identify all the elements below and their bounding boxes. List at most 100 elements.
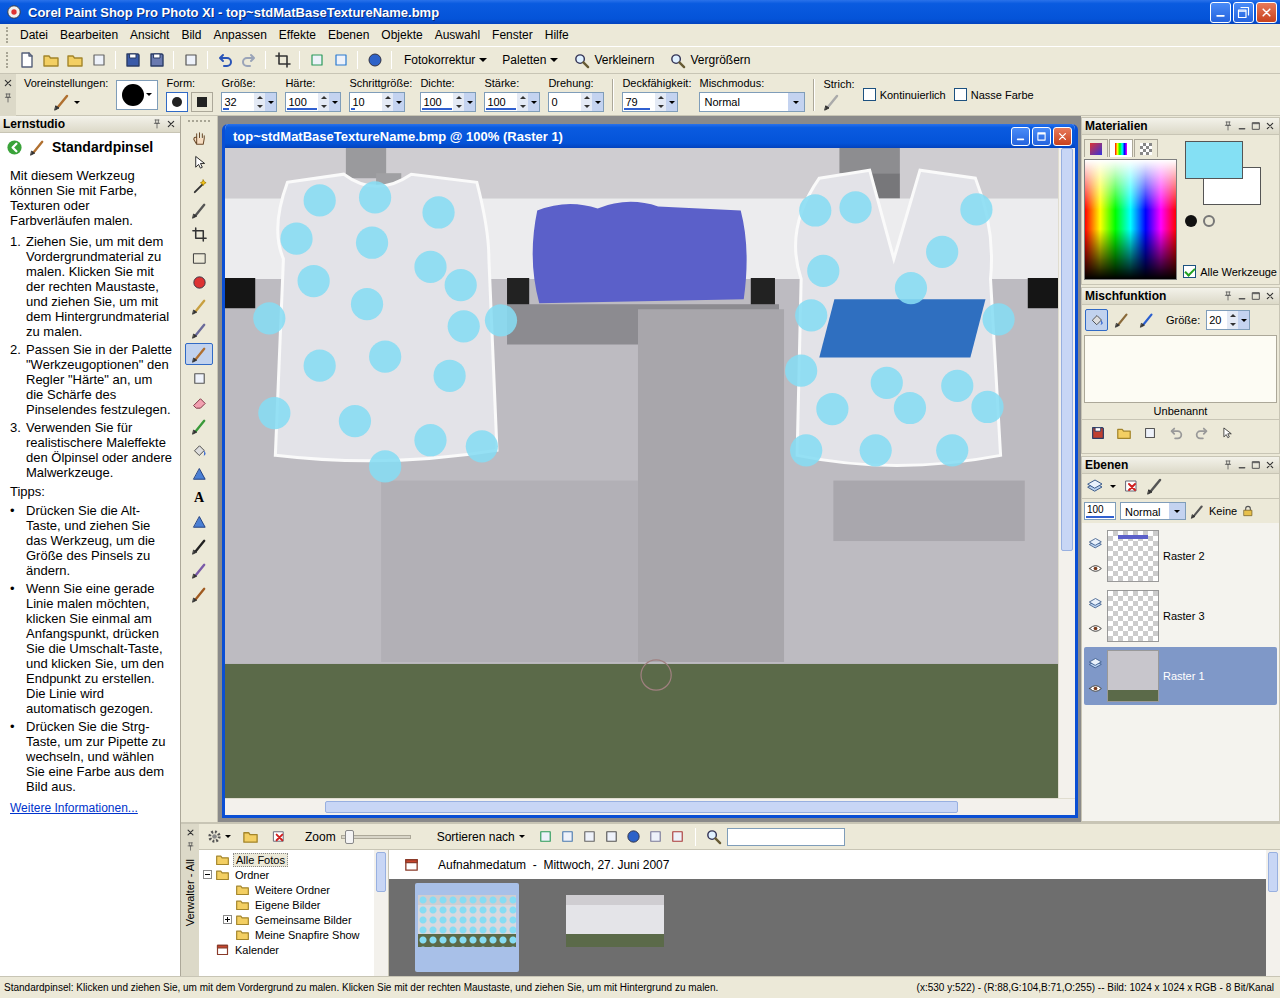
- preset-button[interactable]: [24, 92, 108, 112]
- spinner-value[interactable]: 32: [222, 93, 254, 111]
- close-icon[interactable]: [165, 118, 177, 130]
- toolbar-dropdown[interactable]: Paletten: [495, 49, 565, 71]
- tool-button[interactable]: [185, 439, 213, 461]
- scroll-thumb[interactable]: [325, 801, 958, 813]
- spinner-dropdown[interactable]: [528, 93, 539, 111]
- photo-thumbnail[interactable]: [415, 883, 519, 972]
- visibility-eye-icon[interactable]: [1088, 681, 1103, 696]
- tool-button[interactable]: [185, 463, 213, 485]
- tool-button[interactable]: [185, 415, 213, 437]
- toolbar-button[interactable]: [87, 49, 110, 71]
- spinner[interactable]: 79: [622, 92, 678, 112]
- visibility-eye-icon[interactable]: [1088, 561, 1103, 576]
- materials-tab[interactable]: [1084, 139, 1108, 157]
- delete-button[interactable]: [267, 826, 290, 848]
- tool-button[interactable]: [185, 511, 213, 533]
- spinner-value[interactable]: 0: [549, 93, 581, 111]
- more-icon[interactable]: [1220, 426, 1234, 440]
- mixing-area[interactable]: [1084, 335, 1277, 403]
- close-palette-icon[interactable]: [2, 77, 14, 89]
- toolbar-button[interactable]: [213, 49, 236, 71]
- shape-button[interactable]: [191, 92, 213, 112]
- spinner-dropdown[interactable]: [592, 93, 603, 111]
- tree-item[interactable]: Alle Fotos: [199, 852, 374, 867]
- menu-grip[interactable]: [6, 27, 10, 43]
- shape-button[interactable]: [166, 92, 188, 112]
- minimize-button[interactable]: [1011, 127, 1030, 146]
- stroke-icon[interactable]: [823, 93, 841, 111]
- tool-button[interactable]: [185, 535, 213, 557]
- visibility-eye-icon[interactable]: [1088, 621, 1103, 636]
- spinner-value[interactable]: 100: [485, 93, 517, 111]
- tool-button[interactable]: [185, 583, 213, 605]
- zoom-button[interactable]: Verkleinern: [566, 49, 661, 71]
- move-icon[interactable]: [1142, 425, 1158, 441]
- photo-thumbnail[interactable]: [563, 883, 667, 972]
- search-field[interactable]: [727, 828, 845, 846]
- mixer-tool-button[interactable]: [1085, 309, 1108, 331]
- menu-item[interactable]: Auswahl: [429, 26, 486, 44]
- restore-button[interactable]: [1233, 2, 1254, 23]
- color-picker[interactable]: [1084, 159, 1177, 280]
- tool-button[interactable]: [185, 391, 213, 413]
- pin-icon[interactable]: [185, 841, 196, 852]
- tool-button[interactable]: [185, 247, 213, 269]
- tool-button[interactable]: A: [185, 487, 213, 509]
- toolbar-button[interactable]: [363, 49, 386, 71]
- more-info-link[interactable]: Weitere Informationen...: [10, 801, 138, 816]
- spinner[interactable]: 32: [221, 92, 277, 112]
- close-icon[interactable]: [1264, 120, 1276, 132]
- spinner-dropdown[interactable]: [464, 93, 475, 111]
- minimize-icon[interactable]: [1236, 459, 1248, 471]
- maximize-icon[interactable]: [1250, 290, 1262, 302]
- minimize-icon[interactable]: [1236, 120, 1248, 132]
- materials-tab[interactable]: [1109, 139, 1133, 157]
- tree-scrollbar[interactable]: [374, 850, 388, 976]
- toolbar-button[interactable]: [63, 49, 86, 71]
- menu-item[interactable]: Datei: [14, 26, 54, 44]
- layer-row[interactable]: Raster 3: [1084, 587, 1277, 645]
- tool-button[interactable]: [185, 319, 213, 341]
- menu-item[interactable]: Hilfe: [539, 26, 575, 44]
- menu-item[interactable]: Anpassen: [207, 26, 272, 44]
- checkbox-box[interactable]: [954, 88, 967, 101]
- menu-item[interactable]: Objekte: [375, 26, 428, 44]
- zoom-button[interactable]: Vergrößern: [662, 49, 757, 71]
- sort-dropdown[interactable]: Sortieren nach: [430, 826, 532, 848]
- undo-icon[interactable]: [1168, 425, 1184, 441]
- spin-arrows[interactable]: [581, 93, 592, 111]
- mixer-tool-button[interactable]: [1135, 309, 1158, 331]
- tool-button[interactable]: [185, 367, 213, 389]
- pin-icon[interactable]: [1222, 290, 1234, 302]
- expander-icon[interactable]: [223, 915, 232, 924]
- pin-icon[interactable]: [151, 118, 163, 130]
- layer-blend-select[interactable]: Normal: [1120, 502, 1186, 520]
- layer-row[interactable]: Raster 2: [1084, 527, 1277, 585]
- foreground-swatch[interactable]: [1185, 141, 1243, 179]
- menu-item[interactable]: Ebenen: [322, 26, 375, 44]
- style-icon[interactable]: [1185, 215, 1197, 227]
- menu-item[interactable]: Bearbeiten: [54, 26, 124, 44]
- spin-arrows[interactable]: [453, 93, 464, 111]
- slider-thumb[interactable]: [345, 830, 354, 844]
- slideshow-icon[interactable]: [581, 828, 598, 845]
- toolbar-grip[interactable]: [6, 52, 10, 68]
- toolbar-button[interactable]: [15, 49, 38, 71]
- save-mix-icon[interactable]: [1090, 425, 1106, 441]
- refresh-icon[interactable]: [537, 828, 554, 845]
- toolbar-button[interactable]: [305, 49, 328, 71]
- layer-opacity[interactable]: 100: [1084, 502, 1116, 520]
- brush-tip-button[interactable]: [116, 80, 158, 110]
- spinner[interactable]: 10: [349, 92, 405, 112]
- tree-item[interactable]: Gemeinsame Bilder: [199, 912, 374, 927]
- blend-select[interactable]: Normal: [699, 92, 805, 112]
- all-tools-checkbox[interactable]: Alle Werkzeuge: [1183, 265, 1277, 280]
- print-icon[interactable]: [603, 828, 620, 845]
- lock-icon[interactable]: [1241, 504, 1255, 518]
- tool-button[interactable]: [185, 199, 213, 221]
- thumbnail-scrollbar[interactable]: [1266, 850, 1280, 976]
- layer-row[interactable]: Raster 1: [1084, 647, 1277, 705]
- pin-icon[interactable]: [2, 92, 14, 104]
- tool-button[interactable]: [185, 559, 213, 581]
- spinner[interactable]: 100: [484, 92, 540, 112]
